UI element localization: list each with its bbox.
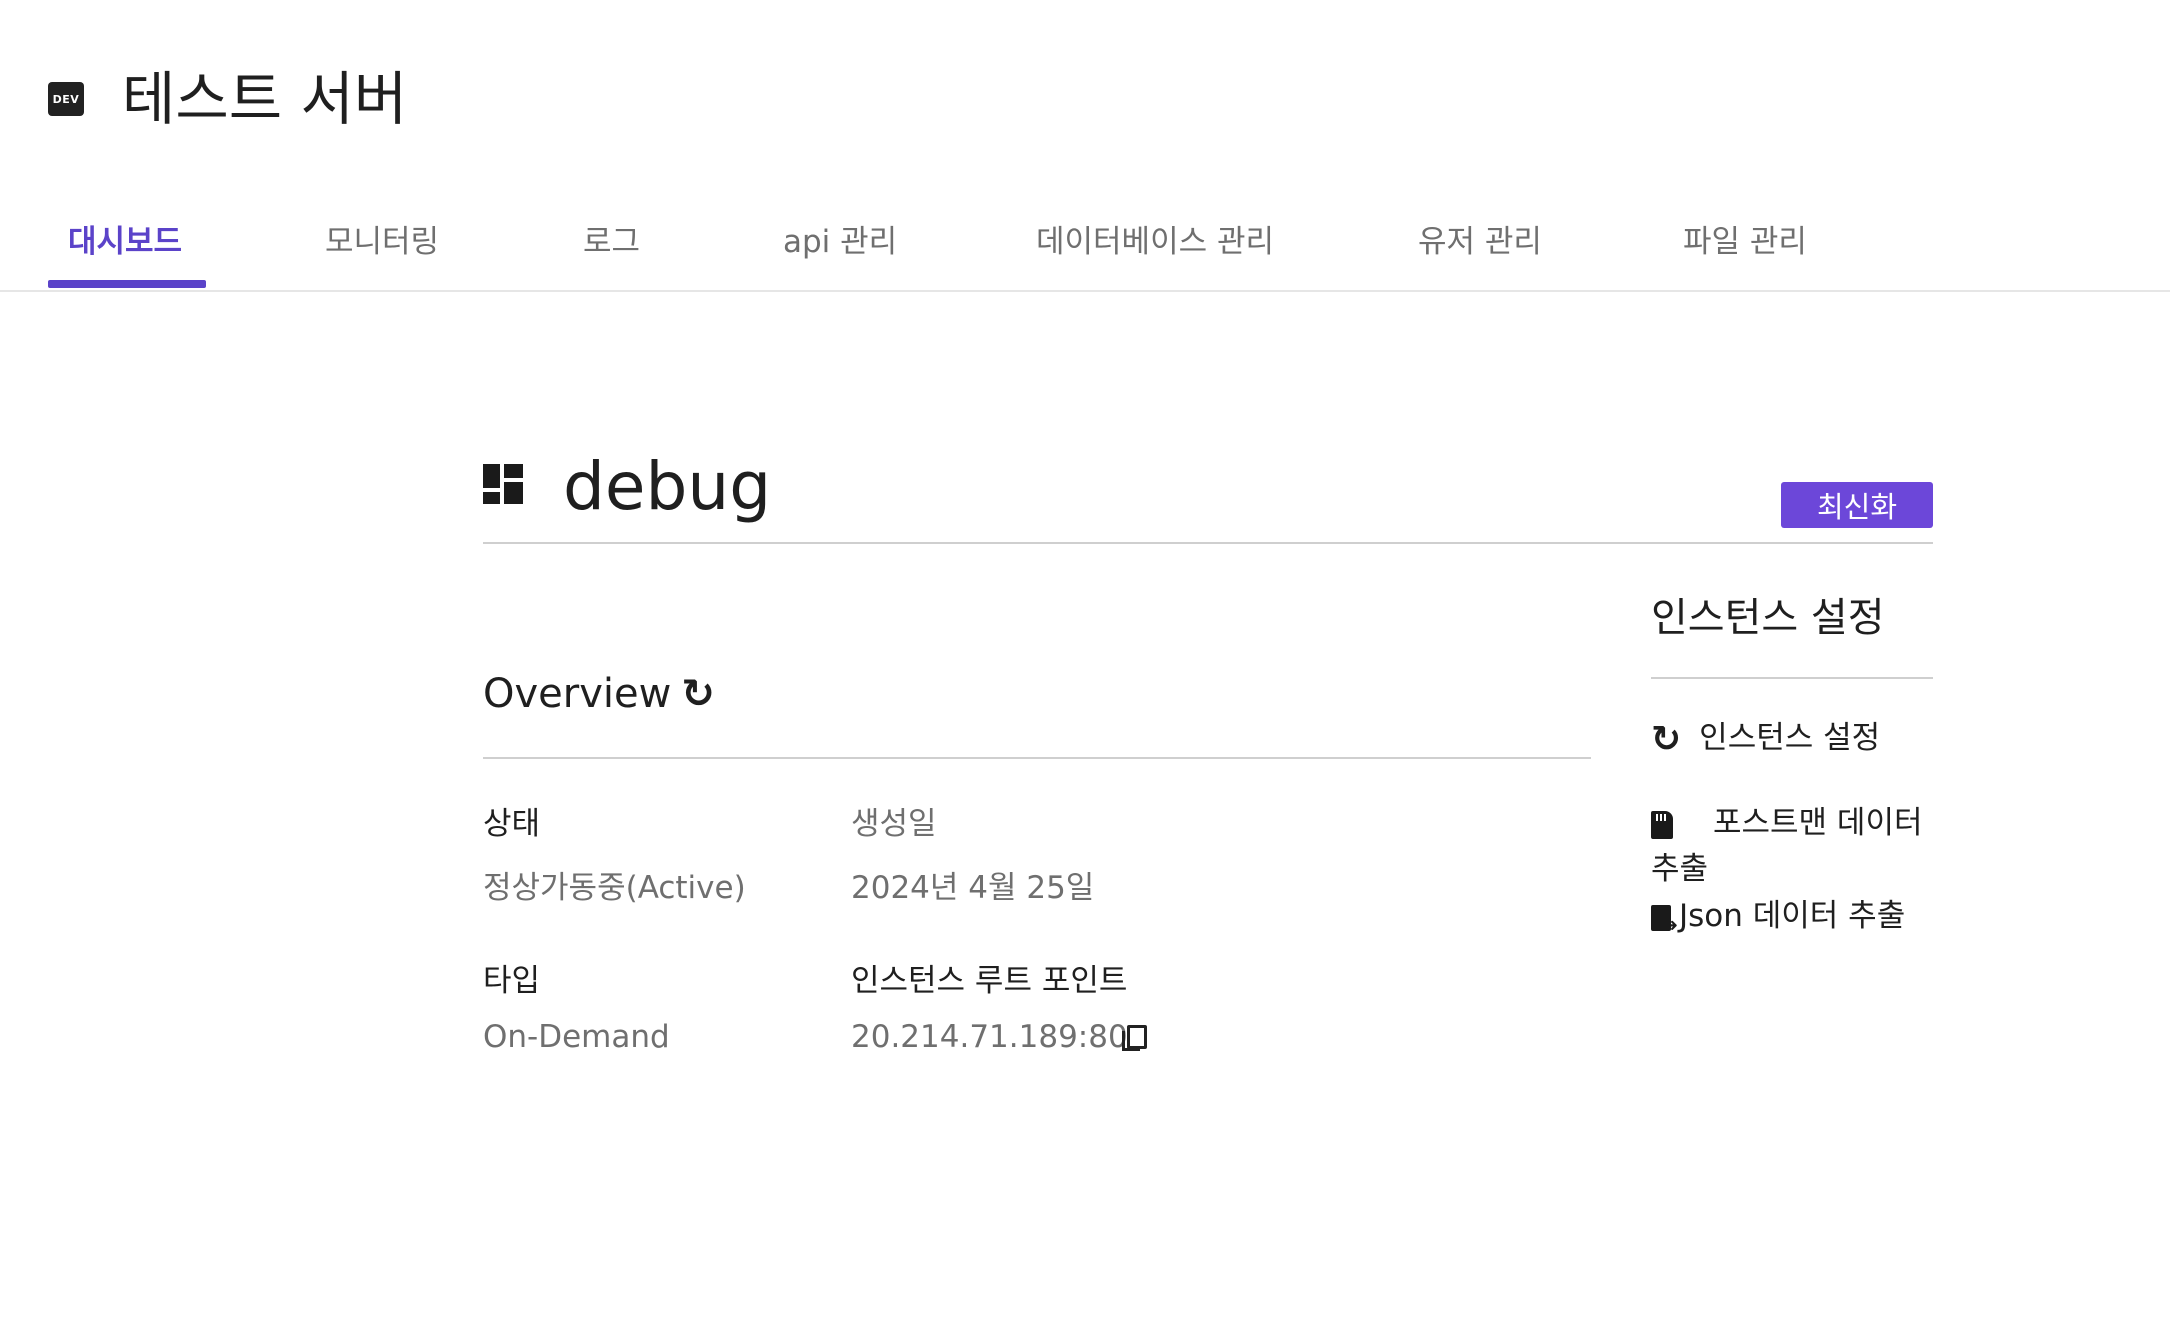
page-title: 테스트 서버 — [122, 65, 408, 133]
tab-monitoring[interactable]: 모니터링 — [325, 216, 439, 261]
copy-icon[interactable] — [1122, 1025, 1147, 1051]
overview-title: Overview ↻ — [483, 671, 715, 717]
endpoint-label: 인스턴스 루트 포인트 — [851, 963, 1128, 999]
json-export-label: Json 데이터 추출 — [1679, 898, 1906, 934]
sd-card-icon — [1651, 810, 1673, 839]
instance-settings-link[interactable]: ↻ 인스턴스 설정 — [1651, 715, 1880, 763]
json-export-link[interactable]: Json 데이터 추출 — [1651, 893, 1906, 949]
instance-header: debug 최신화 — [483, 450, 1933, 544]
dashboard-grid-icon — [483, 464, 523, 504]
status-value: 정상가동중(Active) — [483, 870, 746, 906]
endpoint-value: 20.214.71.189:80 — [851, 1019, 1128, 1055]
instance-settings-panel: 인스턴스 설정 — [1651, 585, 1933, 679]
tab-file-management[interactable]: 파일 관리 — [1683, 216, 1807, 261]
tab-api-management[interactable]: api 관리 — [783, 216, 897, 261]
type-value: On-Demand — [483, 1019, 670, 1055]
settings-title: 인스턴스 설정 — [1651, 585, 1933, 679]
page-header: DEV 테스트 서버 — [48, 70, 407, 128]
created-value: 2024년 4월 25일 — [851, 870, 1095, 906]
instance-name: debug — [563, 448, 772, 525]
type-label: 타입 — [483, 963, 541, 999]
tab-database-management[interactable]: 데이터베이스 관리 — [1036, 216, 1274, 261]
tab-dashboard[interactable]: 대시보드 — [68, 216, 182, 261]
tab-user-management[interactable]: 유저 관리 — [1418, 216, 1542, 261]
postman-export-link[interactable]: 포스트맨 데이터 추출 — [1651, 800, 1941, 892]
reload-icon: ↻ — [1651, 718, 1682, 760]
instance-settings-label: 인스턴스 설정 — [1699, 720, 1881, 756]
overview-title-text: Overview — [483, 671, 672, 717]
created-label: 생성일 — [851, 806, 937, 842]
dev-badge-icon: DEV — [48, 82, 84, 116]
active-tab-indicator — [48, 280, 206, 288]
export-icon — [1651, 903, 1678, 949]
tab-bar: 대시보드 모니터링 로그 api 관리 데이터베이스 관리 유저 관리 파일 관… — [0, 200, 2170, 292]
postman-export-label: 포스트맨 데이터 추출 — [1651, 805, 1923, 887]
refresh-button[interactable]: 최신화 — [1781, 482, 1933, 528]
reload-icon[interactable]: ↻ — [681, 674, 715, 714]
tab-logs[interactable]: 로그 — [583, 216, 640, 261]
status-label: 상태 — [483, 806, 541, 842]
overview-header: Overview ↻ — [483, 665, 1591, 759]
